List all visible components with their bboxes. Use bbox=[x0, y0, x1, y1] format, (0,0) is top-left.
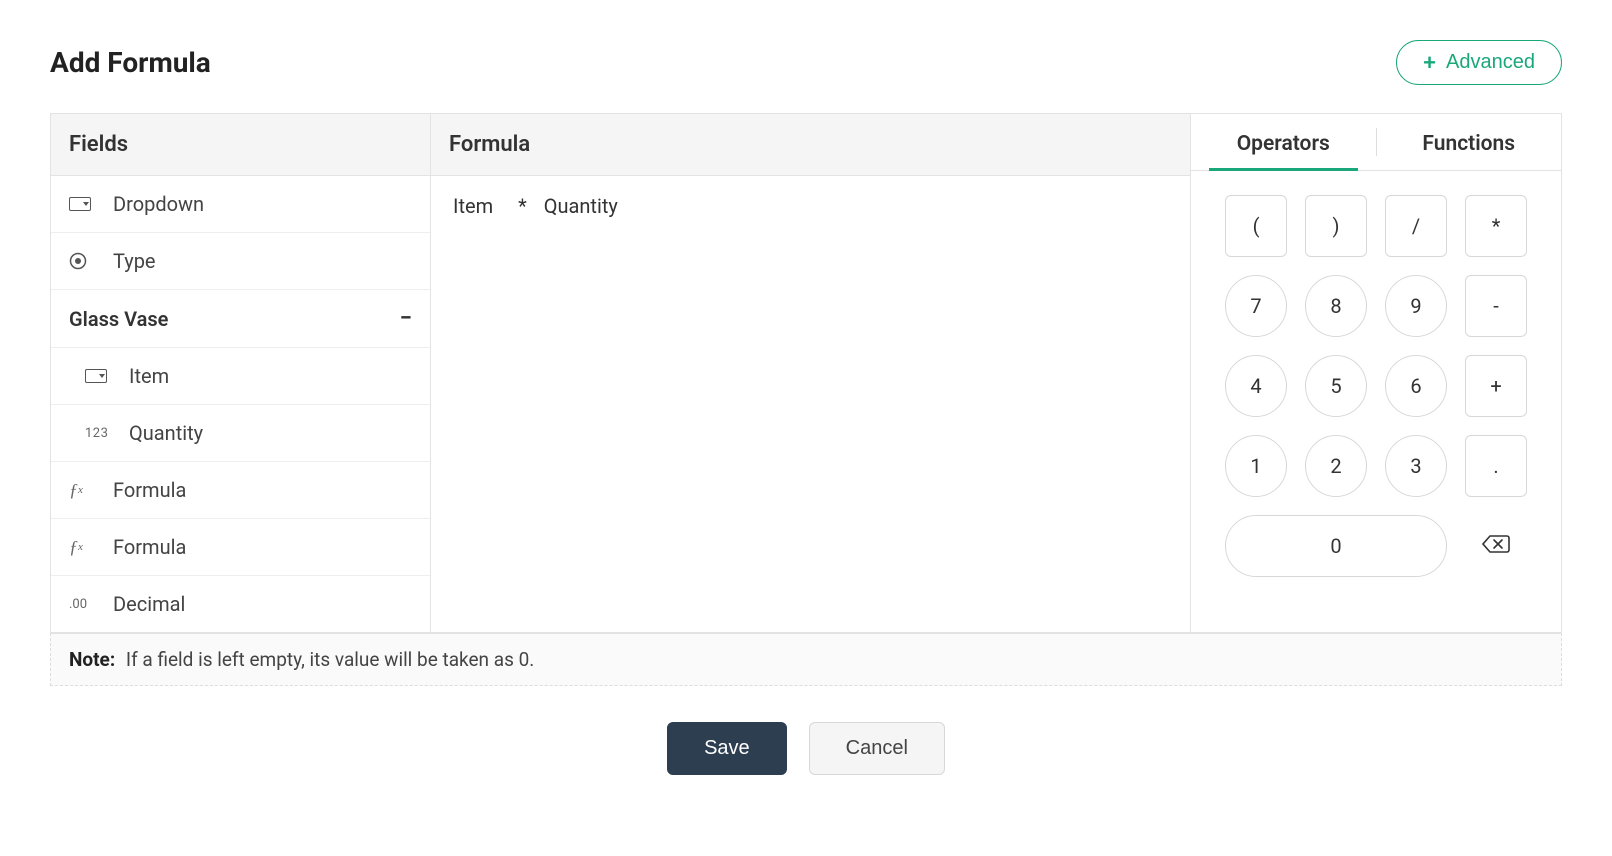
key-1[interactable]: 1 bbox=[1225, 435, 1287, 497]
field-type[interactable]: Type bbox=[51, 233, 430, 290]
plus-icon: + bbox=[1423, 52, 1436, 74]
fields-column: Fields Dropdown Type Glass Vase − Item 1… bbox=[51, 114, 431, 632]
field-item[interactable]: Item bbox=[51, 348, 430, 405]
backspace-icon bbox=[1482, 534, 1510, 559]
key-backspace[interactable] bbox=[1465, 515, 1527, 577]
field-label: Decimal bbox=[113, 592, 185, 616]
key-plus[interactable]: + bbox=[1465, 355, 1527, 417]
key-9[interactable]: 9 bbox=[1385, 275, 1447, 337]
key-divide[interactable]: / bbox=[1385, 195, 1447, 257]
fields-header: Fields bbox=[51, 114, 430, 176]
field-group-glass-vase[interactable]: Glass Vase − bbox=[51, 290, 430, 348]
field-dropdown[interactable]: Dropdown bbox=[51, 176, 430, 233]
key-7[interactable]: 7 bbox=[1225, 275, 1287, 337]
key-4[interactable]: 4 bbox=[1225, 355, 1287, 417]
key-minus[interactable]: - bbox=[1465, 275, 1527, 337]
note-text: If a field is left empty, its value will… bbox=[126, 648, 534, 671]
decimal-icon: .00 bbox=[69, 597, 97, 612]
key-dot[interactable]: . bbox=[1465, 435, 1527, 497]
dropdown-icon bbox=[69, 197, 97, 211]
note-bar: Note: If a field is left empty, its valu… bbox=[50, 633, 1562, 686]
advanced-label: Advanced bbox=[1446, 51, 1535, 74]
key-rparen[interactable]: ) bbox=[1305, 195, 1367, 257]
page-title: Add Formula bbox=[50, 46, 211, 79]
cancel-button[interactable]: Cancel bbox=[809, 722, 945, 775]
footer-actions: Save Cancel bbox=[50, 722, 1562, 775]
field-formula-2[interactable]: ƒx Formula bbox=[51, 519, 430, 576]
tab-operators[interactable]: Operators bbox=[1191, 114, 1376, 170]
tab-functions[interactable]: Functions bbox=[1377, 114, 1562, 170]
field-formula-1[interactable]: ƒx Formula bbox=[51, 462, 430, 519]
key-3[interactable]: 3 bbox=[1385, 435, 1447, 497]
field-quantity[interactable]: 123 Quantity bbox=[51, 405, 430, 462]
radio-icon bbox=[69, 252, 97, 270]
field-label: Formula bbox=[113, 478, 186, 502]
note-label: Note: bbox=[69, 648, 115, 671]
formula-column: Formula Item * Quantity bbox=[431, 114, 1191, 632]
formula-editor[interactable]: Item * Quantity bbox=[431, 176, 1190, 236]
key-8[interactable]: 8 bbox=[1305, 275, 1367, 337]
keypad: ( ) / * 7 8 9 - 4 5 6 + 1 2 3 . 0 bbox=[1191, 171, 1561, 605]
formula-panel: Fields Dropdown Type Glass Vase − Item 1… bbox=[50, 113, 1562, 633]
collapse-icon: − bbox=[400, 306, 412, 331]
field-label: Type bbox=[113, 249, 156, 273]
right-tabs: Operators Functions bbox=[1191, 114, 1561, 171]
field-label: Formula bbox=[113, 535, 186, 559]
field-decimal[interactable]: .00 Decimal bbox=[51, 576, 430, 632]
formula-token: Item bbox=[453, 194, 493, 218]
dropdown-icon bbox=[85, 369, 113, 383]
advanced-button[interactable]: + Advanced bbox=[1396, 40, 1562, 85]
formula-token: Quantity bbox=[544, 194, 618, 218]
key-2[interactable]: 2 bbox=[1305, 435, 1367, 497]
formula-header: Formula bbox=[431, 114, 1190, 176]
fx-icon: ƒx bbox=[69, 480, 97, 501]
number-icon: 123 bbox=[85, 426, 113, 441]
key-lparen[interactable]: ( bbox=[1225, 195, 1287, 257]
key-0[interactable]: 0 bbox=[1225, 515, 1447, 577]
field-label: Dropdown bbox=[113, 192, 204, 216]
field-label: Item bbox=[129, 364, 169, 388]
fx-icon: ƒx bbox=[69, 537, 97, 558]
group-label: Glass Vase bbox=[69, 307, 168, 331]
key-5[interactable]: 5 bbox=[1305, 355, 1367, 417]
field-label: Quantity bbox=[129, 421, 203, 445]
key-6[interactable]: 6 bbox=[1385, 355, 1447, 417]
formula-operator: * bbox=[518, 194, 527, 218]
operators-column: Operators Functions ( ) / * 7 8 9 - 4 5 … bbox=[1191, 114, 1561, 632]
save-button[interactable]: Save bbox=[667, 722, 787, 775]
key-multiply[interactable]: * bbox=[1465, 195, 1527, 257]
